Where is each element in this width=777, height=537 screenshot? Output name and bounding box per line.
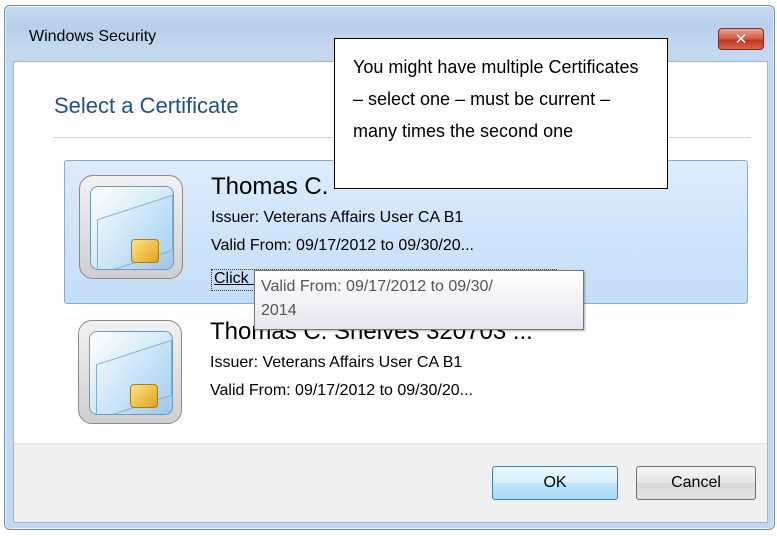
annotation-callout: You might have multiple Certificates – s… [334,38,668,189]
validity-tooltip: Valid From: 09/17/2012 to 09/30/ 2014 [254,270,584,330]
certificate-issuer: Issuer: Veterans Affairs User CA B1 [210,354,463,371]
certificate-validity: Valid From: 09/17/2012 to 09/30/20... [210,382,473,399]
close-icon: ✕ [734,30,748,48]
tooltip-line-2: 2014 [261,302,297,319]
tooltip-line-1: Valid From: 09/17/2012 to 09/30/ [261,278,493,295]
dialog-heading: Select a Certificate [54,93,239,118]
close-button[interactable]: ✕ [718,28,764,50]
smart-card-icon [78,320,182,424]
certificate-issuer: Issuer: Veterans Affairs User CA B1 [211,209,464,226]
window-title: Windows Security [29,28,157,45]
ok-button[interactable]: OK [492,466,618,500]
dialog-footer: OK Cancel [14,443,767,522]
smart-card-icon [79,175,183,279]
certificate-validity: Valid From: 09/17/2012 to 09/30/20... [211,237,474,254]
certificate-name: Thomas C. [211,173,329,200]
cancel-button[interactable]: Cancel [636,466,756,500]
